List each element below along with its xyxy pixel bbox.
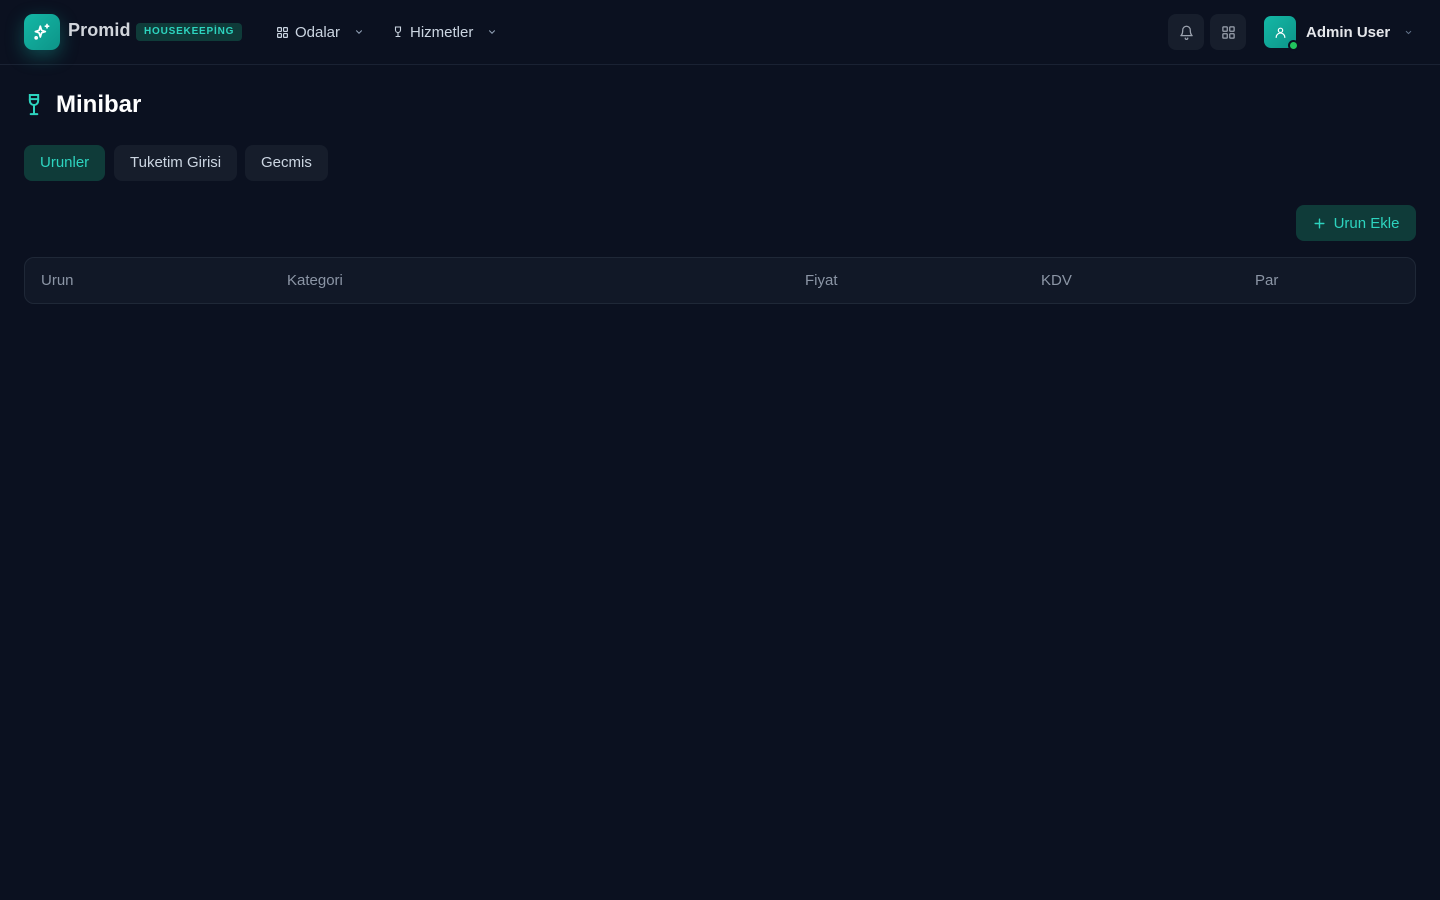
chevron-down-icon (489, 30, 496, 34)
add-product-button[interactable]: Urun Ekle (1296, 205, 1416, 241)
nav-odalar[interactable]: Odalar (276, 20, 364, 44)
chevron-down-icon (356, 30, 363, 34)
app-logo[interactable] (24, 14, 60, 50)
column-header-urun[interactable]: Urun (41, 258, 74, 303)
notifications-button[interactable] (1168, 14, 1204, 50)
nav-odalar-label: Odalar (295, 23, 341, 41)
apps-button[interactable] (1210, 14, 1246, 50)
wine-glass-icon (394, 26, 402, 38)
tab-tuketim-girisi[interactable]: Tuketim Girisi (114, 145, 238, 181)
add-product-label: Urun Ekle (1333, 214, 1400, 232)
column-header-kategori[interactable]: Kategori (287, 258, 343, 303)
nav-hizmetler-label: Hizmetler (410, 23, 474, 41)
chevron-down-icon (1405, 30, 1412, 34)
module-badge: HOUSEKEEPİNG (136, 23, 243, 41)
page-title-row: Minibar (24, 90, 141, 120)
column-header-par[interactable]: Par (1255, 258, 1278, 303)
top-navigation-bar: Promid HOUSEKEEPİNG Odalar Hizmetler Adm… (0, 0, 1440, 65)
user-icon (1275, 27, 1285, 38)
products-table: Urun Kategori Fiyat KDV Par (24, 257, 1416, 304)
tab-gecmis[interactable]: Gecmis (245, 145, 328, 181)
tab-urunler[interactable]: Urunler (24, 145, 106, 181)
grid-icon (1221, 25, 1235, 39)
user-name: Admin User (1306, 23, 1391, 41)
column-header-kdv[interactable]: KDV (1041, 258, 1072, 303)
avatar (1264, 16, 1299, 51)
nav-hizmetler[interactable]: Hizmetler (392, 20, 497, 44)
sparkle-icon (34, 23, 50, 40)
online-status-indicator (1288, 40, 1299, 51)
column-header-fiyat[interactable]: Fiyat (805, 258, 838, 303)
bell-icon (1179, 25, 1193, 40)
wine-glass-icon (28, 94, 40, 116)
brand-name[interactable]: Promid (68, 20, 131, 41)
user-menu[interactable]: Admin User (1264, 16, 1413, 51)
grid-icon (277, 26, 288, 38)
page-title: Minibar (56, 91, 142, 118)
plus-icon (1314, 217, 1325, 229)
